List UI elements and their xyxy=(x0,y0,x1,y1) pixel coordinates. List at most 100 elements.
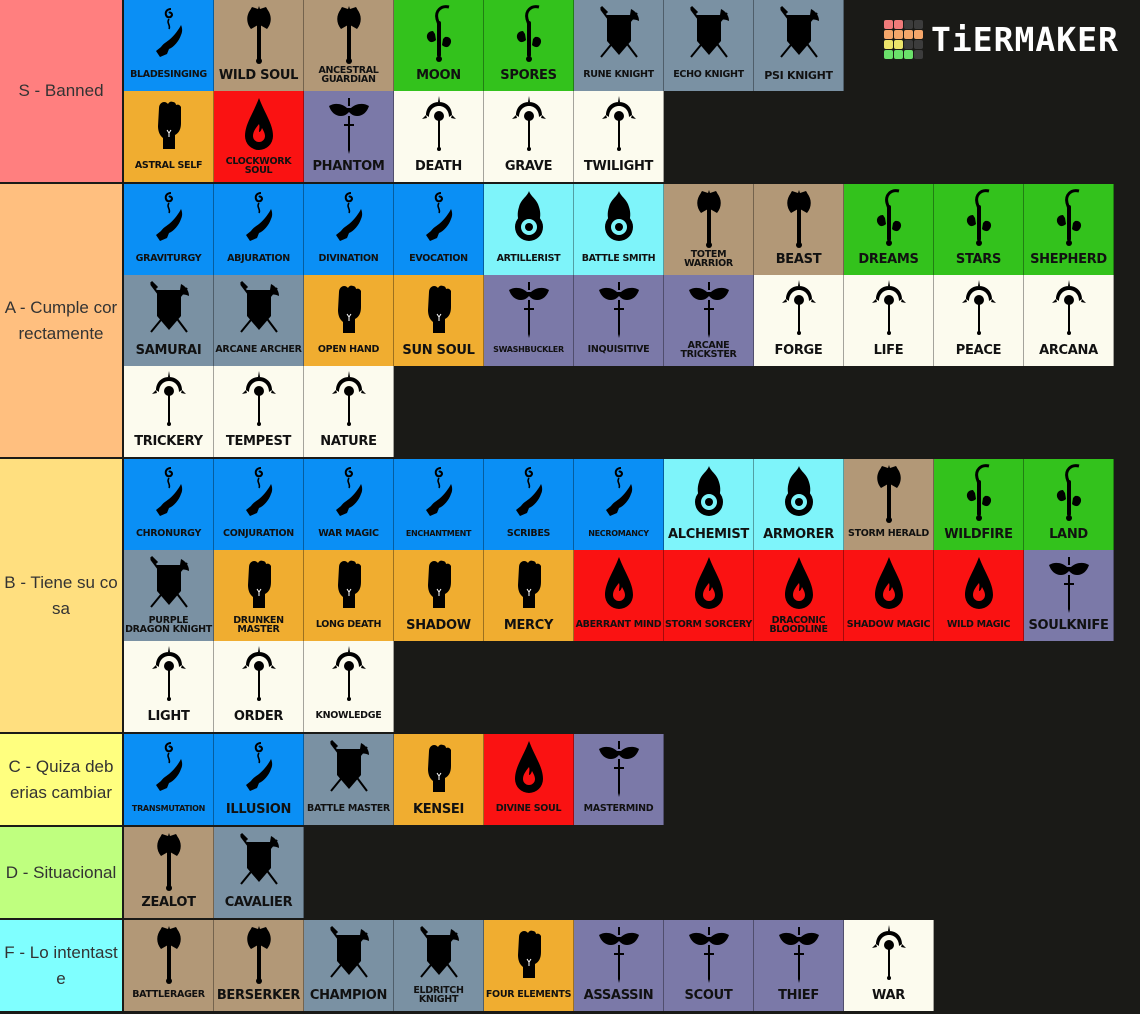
tier-item[interactable]: WILD SOUL xyxy=(214,0,304,91)
tier-item[interactable]: LIGHT xyxy=(124,641,214,732)
tier-item[interactable]: ARCANA xyxy=(1024,275,1114,366)
tier-item[interactable]: TRICKERY xyxy=(124,366,214,457)
tier-item[interactable]: ECHO KNIGHT xyxy=(664,0,754,91)
tier-item[interactable]: SHADOW MAGIC xyxy=(844,550,934,641)
tier-item[interactable]: MASTERMIND xyxy=(574,734,664,825)
tier-item[interactable]: ASSASSIN xyxy=(574,920,664,1011)
tier-item[interactable]: WAR xyxy=(844,920,934,1011)
tier-item[interactable]: INQUISITIVE xyxy=(574,275,664,366)
tier-item[interactable]: DIVINATION xyxy=(304,184,394,275)
tier-item[interactable]: MOON xyxy=(394,0,484,91)
tier-item[interactable]: WILD MAGIC xyxy=(934,550,1024,641)
tier-item[interactable]: ENCHANTMENT xyxy=(394,459,484,550)
shield-swords-icon xyxy=(419,925,459,978)
tier-item[interactable]: STORM SORCERY xyxy=(664,550,754,641)
tier-item[interactable]: TWILIGHT xyxy=(574,91,664,182)
tier-item[interactable]: ALCHEMIST xyxy=(664,459,754,550)
tier-item[interactable]: DRUNKEN MASTER xyxy=(214,550,304,641)
item-name: ASSASSIN xyxy=(583,987,654,1003)
tier-item[interactable]: ASTRAL SELF xyxy=(124,91,214,182)
tier-label[interactable]: D - Situacional xyxy=(0,827,124,918)
battle-axe-icon xyxy=(156,926,181,984)
tier-item[interactable]: TOTEM WARRIOR xyxy=(664,184,754,275)
tier-item[interactable]: FOUR ELEMENTS xyxy=(484,920,574,1011)
tier-item[interactable]: DREAMS xyxy=(844,184,934,275)
tier-item[interactable]: CLOCKWORK SOUL xyxy=(214,91,304,182)
tier-item[interactable]: LAND xyxy=(1024,459,1114,550)
tier-item[interactable]: TEMPEST xyxy=(214,366,304,457)
tier-item[interactable]: WILDFIRE xyxy=(934,459,1024,550)
tier-item[interactable]: KNOWLEDGE xyxy=(304,641,394,732)
item-name: SWASHBUCKLER xyxy=(493,345,564,354)
tier-item[interactable]: ARCANE ARCHER xyxy=(214,275,304,366)
tier-item[interactable]: SAMURAI xyxy=(124,275,214,366)
tier-item[interactable]: CHRONURGY xyxy=(124,459,214,550)
tier-item[interactable]: BERSERKER xyxy=(214,920,304,1011)
tier-item[interactable]: SCOUT xyxy=(664,920,754,1011)
tier-item[interactable]: ABERRANT MIND xyxy=(574,550,664,641)
tier-label[interactable]: S - Banned xyxy=(0,0,124,182)
tier-label[interactable]: B - Tiene su cosa xyxy=(0,459,124,732)
item-name: RUNE KNIGHT xyxy=(583,69,654,81)
tier-item[interactable]: LIFE xyxy=(844,275,934,366)
item-name: INQUISITIVE xyxy=(587,344,650,356)
item-name: ELDRITCH KNIGHT xyxy=(413,984,464,1005)
tier-item[interactable]: NATURE xyxy=(304,366,394,457)
tier-item[interactable]: BATTLERAGER xyxy=(124,920,214,1011)
tier-item[interactable]: ORDER xyxy=(214,641,304,732)
tier-item[interactable]: BEAST xyxy=(754,184,844,275)
tier-item[interactable]: ELDRITCH KNIGHT xyxy=(394,920,484,1011)
tier-label[interactable]: A - Cumple correctamente xyxy=(0,184,124,457)
tier-item[interactable]: ZEALOT xyxy=(124,827,214,918)
tier-item[interactable]: MERCY xyxy=(484,550,574,641)
tier-item[interactable]: LONG DEATH xyxy=(304,550,394,641)
logo-grid-cell xyxy=(914,20,923,29)
tier-item[interactable]: WAR MAGIC xyxy=(304,459,394,550)
tier-item[interactable]: KENSEI xyxy=(394,734,484,825)
tier-item[interactable]: OPEN HAND xyxy=(304,275,394,366)
tier-item[interactable]: PHANTOM xyxy=(304,91,394,182)
tier-item[interactable]: BATTLE MASTER xyxy=(304,734,394,825)
item-name: BATTLERAGER xyxy=(132,989,205,1001)
tier-label[interactable]: C - Quiza deberias cambiar xyxy=(0,734,124,825)
tier-item[interactable]: CHAMPION xyxy=(304,920,394,1011)
tier-item[interactable]: BLADESINGING xyxy=(124,0,214,91)
tier-item[interactable]: PSI KNIGHT xyxy=(754,0,844,91)
tier-item[interactable]: DIVINE SOUL xyxy=(484,734,574,825)
tier-item[interactable]: CAVALIER xyxy=(214,827,304,918)
tier-item[interactable]: BATTLE SMITH xyxy=(574,184,664,275)
tier-item[interactable]: DEATH xyxy=(394,91,484,182)
tier-item[interactable]: SHADOW xyxy=(394,550,484,641)
tier-item[interactable]: FORGE xyxy=(754,275,844,366)
logo-grid-cell xyxy=(884,50,893,59)
tier-item[interactable]: STORM HERALD xyxy=(844,459,934,550)
tier-item[interactable]: SCRIBES xyxy=(484,459,574,550)
tier-item[interactable]: SPORES xyxy=(484,0,574,91)
tier-item[interactable]: ABJURATION xyxy=(214,184,304,275)
tier-item[interactable]: CONJURATION xyxy=(214,459,304,550)
tier-item[interactable]: SHEPHERD xyxy=(1024,184,1114,275)
tier-item[interactable]: ARTILLERIST xyxy=(484,184,574,275)
tier-label[interactable]: F - Lo intentaste xyxy=(0,920,124,1011)
tier-item[interactable]: ARMORER xyxy=(754,459,844,550)
tiermaker-logo[interactable]: TiERMAKER xyxy=(884,20,1119,59)
tier-item[interactable]: EVOCATION xyxy=(394,184,484,275)
tier-item[interactable]: TRANSMUTATION xyxy=(124,734,214,825)
tier-item[interactable]: RUNE KNIGHT xyxy=(574,0,664,91)
tier-item[interactable]: PEACE xyxy=(934,275,1024,366)
fist-icon xyxy=(337,560,361,608)
tier-item[interactable]: ARCANE TRICKSTER xyxy=(664,275,754,366)
tier-item[interactable]: GRAVE xyxy=(484,91,574,182)
tier-item[interactable]: SWASHBUCKLER xyxy=(484,275,574,366)
tier-item[interactable]: STARS xyxy=(934,184,1024,275)
tier-item[interactable]: ANCESTRAL GUARDIAN xyxy=(304,0,394,91)
tier-item[interactable]: SUN SOUL xyxy=(394,275,484,366)
mask-dagger-icon xyxy=(328,98,369,154)
tier-item[interactable]: THIEF xyxy=(754,920,844,1011)
tier-item[interactable]: PURPLE DRAGON KNIGHT xyxy=(124,550,214,641)
tier-item[interactable]: NECROMANCY xyxy=(574,459,664,550)
tier-item[interactable]: DRACONIC BLOODLINE xyxy=(754,550,844,641)
tier-item[interactable]: ILLUSION xyxy=(214,734,304,825)
tier-item[interactable]: GRAVITURGY xyxy=(124,184,214,275)
tier-item[interactable]: SOULKNIFE xyxy=(1024,550,1114,641)
